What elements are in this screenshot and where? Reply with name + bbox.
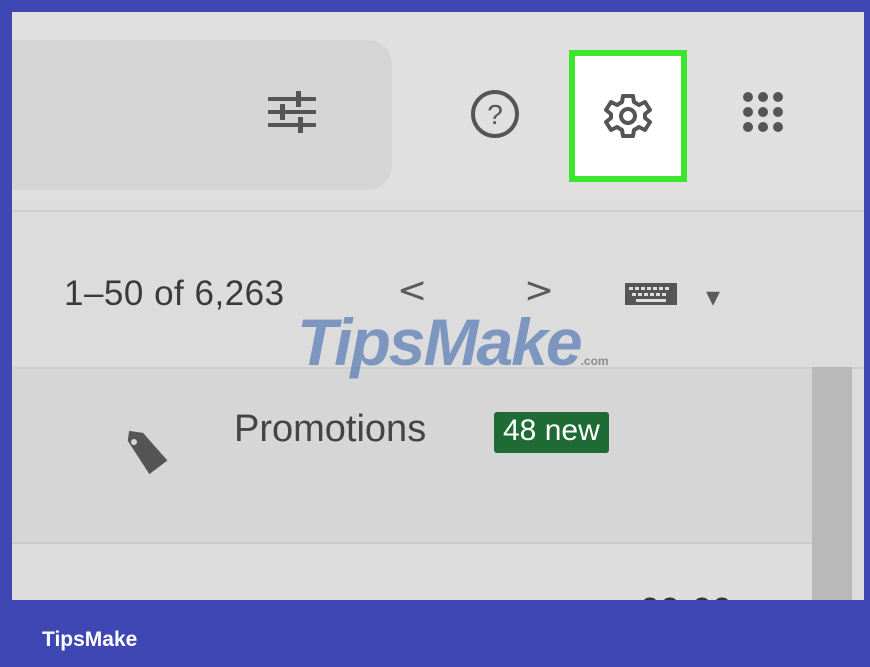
pagination-count: 1–50 of 6,263 [64,274,285,313]
svg-text:?: ? [487,99,503,130]
help-icon[interactable]: ? [460,84,530,144]
input-tools-dropdown[interactable]: ▾ [706,280,720,313]
gmail-screenshot-frame: ? 1–50 of 6,263 < > ▾ Promotions 48 new … [12,12,864,600]
email-time: 00:00 [640,590,732,600]
promotions-label: Promotions [234,408,427,450]
watermark-suffix: .com [580,354,609,368]
watermark: TipsMake.com [297,304,609,380]
scrollbar[interactable] [812,367,852,600]
keyboard-icon[interactable] [624,282,678,306]
footer-brand: TipsMake [42,628,138,651]
filter-sliders-icon[interactable] [257,82,327,142]
top-toolbar: ? [12,12,864,200]
tag-icon [120,430,180,480]
watermark-text: TipsMake [297,305,583,379]
search-bar[interactable] [12,40,392,190]
apps-grid-icon[interactable] [728,82,798,142]
new-count-badge: 48 new [494,412,609,453]
settings-gear-icon[interactable] [569,50,687,182]
